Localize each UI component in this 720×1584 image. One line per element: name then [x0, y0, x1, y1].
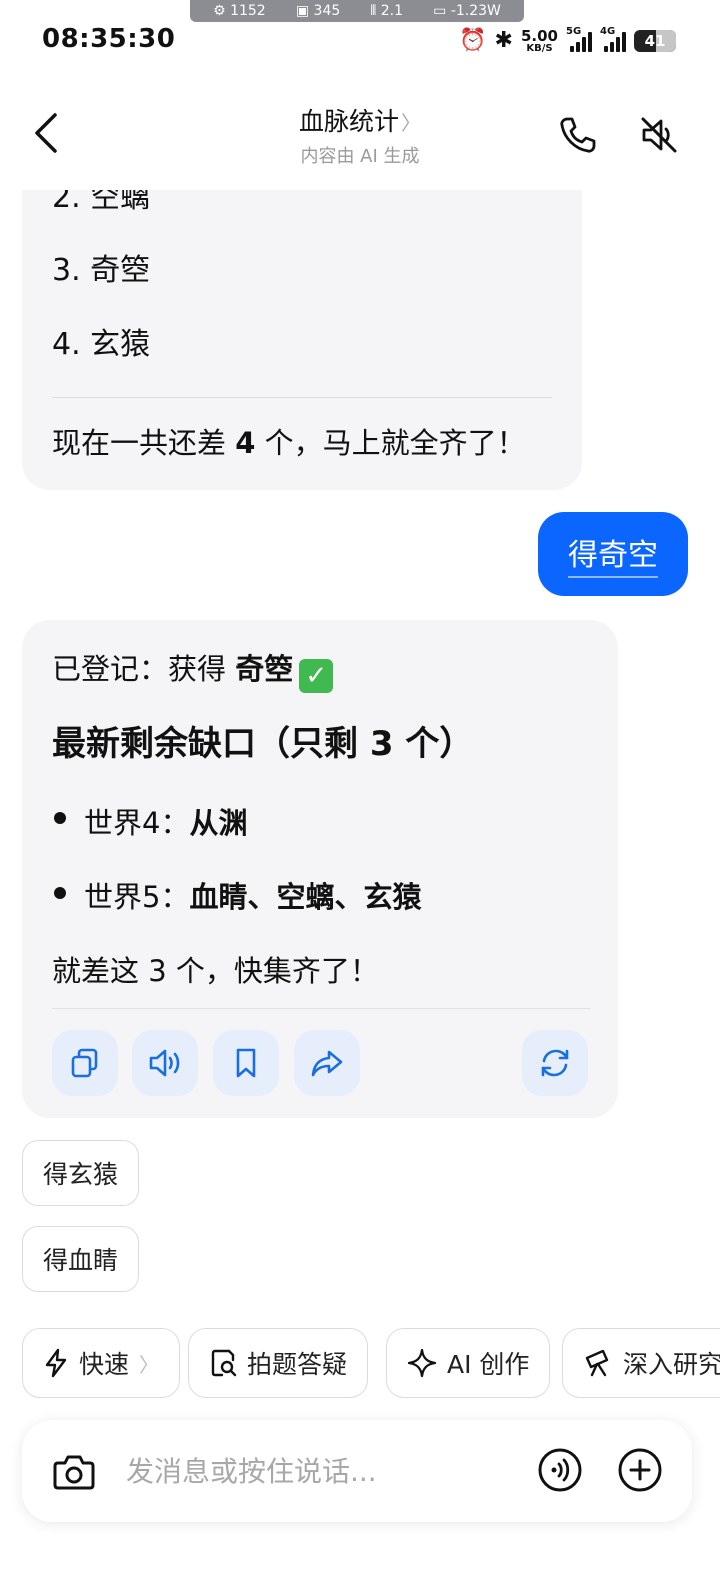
lightning-icon	[45, 1348, 67, 1378]
speaker-icon	[149, 1049, 180, 1077]
cpu-stat: ⚙ 1152	[213, 3, 266, 19]
sparkle-icon	[407, 1348, 437, 1378]
chat-title: 血脉统计	[298, 107, 399, 136]
share-button[interactable]	[294, 1030, 360, 1096]
message-input[interactable]	[126, 1448, 506, 1494]
summary-text: 现在一共还差 4 个，马上就全齐了！	[52, 426, 526, 460]
list-item: 3. 奇箜	[52, 253, 151, 288]
chevron-right-icon: 〉	[139, 1352, 160, 1377]
share-icon	[311, 1050, 343, 1077]
bullet-dot	[54, 887, 66, 899]
debug-overlay: ⚙ 1152 ▣ 345 ⫴ 2.1 ▭ -1.23W	[190, 0, 524, 22]
registered-line: 已登记：获得 奇箜 ✓	[52, 646, 334, 693]
voice-wave-icon	[538, 1448, 582, 1492]
tool-chips[interactable]: 快速 〉 拍题答疑 AI 创作 深入研究	[0, 1328, 720, 1400]
read-aloud-button[interactable]	[132, 1030, 198, 1096]
bullet-dot	[54, 812, 66, 824]
signal-5g-icon: 5G	[566, 26, 592, 52]
status-bar: 08:35:30 ⏰ ✱ 5.00 KB/S 5G 4G 41	[0, 22, 720, 62]
refresh-icon	[541, 1049, 569, 1077]
tool-fast[interactable]: 快速 〉	[22, 1328, 181, 1398]
power-stat: ▭ -1.23W	[433, 3, 501, 19]
signal-4g-icon: 4G	[600, 26, 626, 52]
divider	[52, 397, 552, 398]
regenerate-button[interactable]	[522, 1030, 588, 1096]
remaining-heading: 最新剩余缺口（只剩 3 个）	[52, 724, 474, 764]
call-button[interactable]	[554, 112, 600, 158]
voice-call-button[interactable]	[536, 1446, 584, 1494]
user-message[interactable]: 得奇空	[538, 512, 688, 596]
phone-icon	[560, 117, 596, 153]
chat-header: 血脉统计〉 内容由 AI 生成	[0, 80, 720, 190]
list-item: 世界5：血睛、空螭、玄猿	[84, 880, 422, 914]
telescope-icon	[585, 1349, 609, 1377]
chat-title-block[interactable]: 血脉统计〉 内容由 AI 生成	[0, 102, 720, 168]
plus-icon	[618, 1448, 662, 1492]
battery-icon: 41	[634, 30, 676, 52]
copy-button[interactable]	[52, 1030, 118, 1096]
bluetooth-icon: ✱	[494, 28, 513, 53]
mute-button[interactable]	[636, 112, 682, 158]
list-item: 4. 玄猿	[52, 327, 151, 362]
footer-text: 就差这 3 个，快集齐了！	[52, 954, 379, 988]
status-icons: ⏰ ✱ 5.00 KB/S 5G 4G 41	[459, 26, 676, 56]
bookmark-icon	[236, 1048, 256, 1078]
bookmark-button[interactable]	[213, 1030, 279, 1096]
check-icon: ✓	[299, 659, 334, 693]
status-time: 08:35:30	[42, 24, 176, 54]
divider	[52, 1008, 590, 1009]
list-item: 世界4：从渊	[84, 806, 248, 840]
suggestion-chip[interactable]: 得玄猿	[22, 1140, 140, 1206]
ai-message-previous: 2. 空螭 3. 奇箜 4. 玄猿 现在一共还差 4 个，马上就全齐了！	[22, 190, 582, 490]
tool-ai-create[interactable]: AI 创作	[386, 1328, 551, 1398]
camera-button[interactable]	[50, 1448, 98, 1496]
io-stat: ⫴ 2.1	[370, 3, 403, 19]
chevron-right-icon: 〉	[401, 111, 421, 135]
chat-area[interactable]: 2. 空螭 3. 奇箜 4. 玄猿 现在一共还差 4 个，马上就全齐了！ 得奇空…	[0, 190, 720, 1320]
speaker-muted-icon	[641, 117, 677, 153]
alarm-icon: ⏰	[459, 28, 487, 53]
suggestion-chip[interactable]: 得血睛	[22, 1226, 140, 1292]
tool-photo-qa[interactable]: 拍题答疑	[188, 1328, 369, 1398]
net-speed: 5.00 KB/S	[520, 26, 558, 54]
copy-icon	[71, 1048, 98, 1078]
ai-disclaimer: 内容由 AI 生成	[300, 146, 420, 167]
message-composer	[22, 1420, 692, 1522]
camera-icon	[53, 1455, 95, 1490]
ai-message: 已登记：获得 奇箜 ✓ 最新剩余缺口（只剩 3 个） 世界4：从渊 世界5：血睛、…	[22, 620, 618, 1118]
gpu-stat: ▣ 345	[295, 3, 341, 19]
list-item: 2. 空螭	[52, 190, 151, 215]
tool-deep-research[interactable]: 深入研究	[562, 1328, 720, 1398]
photo-search-icon	[211, 1349, 237, 1377]
add-button[interactable]	[616, 1446, 664, 1494]
